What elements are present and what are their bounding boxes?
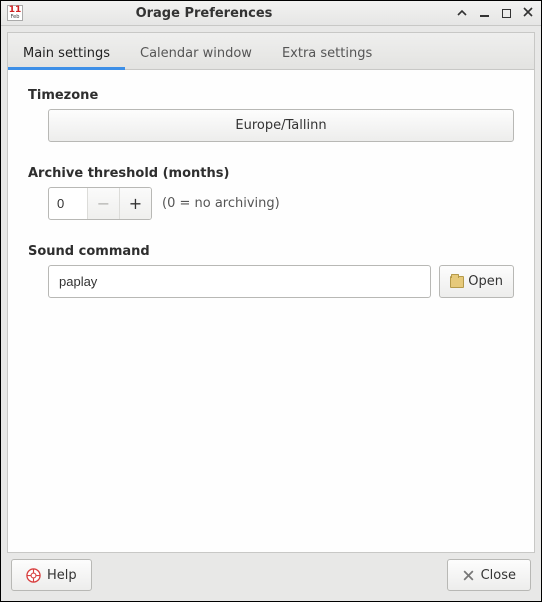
tab-bar: Main settings Calendar window Extra sett… <box>8 33 534 70</box>
tab-main-settings[interactable]: Main settings <box>8 36 125 70</box>
help-icon <box>26 568 41 583</box>
tab-extra-settings[interactable]: Extra settings <box>267 36 387 70</box>
archive-threshold-label: Archive threshold (months) <box>28 166 514 181</box>
window-controls <box>455 6 535 20</box>
dialog-button-bar: Help Close <box>7 559 535 595</box>
open-button-label: Open <box>468 274 503 289</box>
folder-icon <box>450 276 464 288</box>
client-area: Main settings Calendar window Extra sett… <box>1 26 541 601</box>
spin-increment[interactable]: + <box>119 187 151 220</box>
timezone-label: Timezone <box>28 88 514 103</box>
window-close-button[interactable] <box>521 5 535 19</box>
tab-label: Calendar window <box>140 46 252 61</box>
preferences-window: 11 Feb Orage Preferences Main settings C… <box>0 0 542 602</box>
archive-threshold-row: − + (0 = no archiving) <box>48 187 514 220</box>
sound-command-row: Open <box>48 265 514 298</box>
timezone-button[interactable]: Europe/Tallinn <box>48 109 514 142</box>
open-button[interactable]: Open <box>439 265 514 298</box>
close-button-label: Close <box>481 568 516 583</box>
appicon-month: Feb <box>11 15 20 20</box>
notebook: Main settings Calendar window Extra sett… <box>7 32 535 553</box>
window-title: Orage Preferences <box>29 6 449 21</box>
tab-label: Extra settings <box>282 46 372 61</box>
timezone-value: Europe/Tallinn <box>235 118 326 133</box>
app-icon: 11 Feb <box>7 5 23 21</box>
close-icon <box>462 569 475 582</box>
archive-threshold-input[interactable] <box>49 196 87 211</box>
close-button[interactable]: Close <box>447 559 531 591</box>
help-button-label: Help <box>47 568 77 583</box>
spin-decrement[interactable]: − <box>87 187 119 220</box>
tab-calendar-window[interactable]: Calendar window <box>125 36 267 70</box>
tab-label: Main settings <box>23 46 110 61</box>
archive-threshold-spin[interactable]: − + <box>48 187 152 220</box>
archive-threshold-hint: (0 = no archiving) <box>162 196 280 211</box>
help-button[interactable]: Help <box>11 559 92 591</box>
titlebar: 11 Feb Orage Preferences <box>1 1 541 26</box>
tab-content-main-settings: Timezone Europe/Tallinn Archive threshol… <box>8 70 534 552</box>
sound-command-input[interactable] <box>48 265 431 298</box>
minimize-button[interactable] <box>477 6 491 20</box>
rollup-button[interactable] <box>455 6 469 20</box>
sound-command-label: Sound command <box>28 244 514 259</box>
maximize-button[interactable] <box>499 6 513 20</box>
